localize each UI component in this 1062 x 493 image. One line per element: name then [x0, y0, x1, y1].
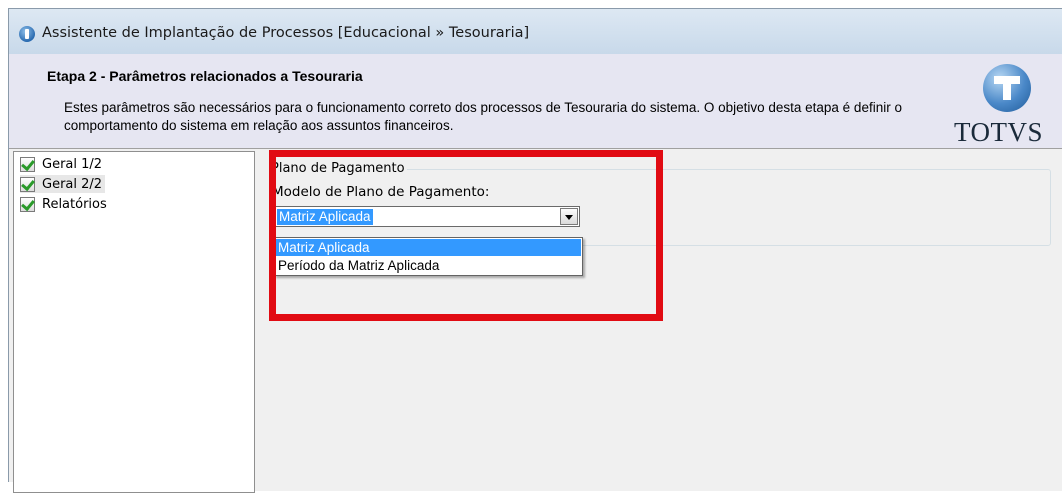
dropdown-list: Matriz Aplicada Período da Matriz Aplica…	[274, 237, 583, 276]
group-title: Plano de Pagamento	[271, 161, 407, 176]
checklist-icon	[20, 156, 35, 172]
parameters-panel: Plano de Pagamento Modelo de Plano de Pa…	[255, 151, 1062, 491]
totvs-logo: TOTVS	[949, 60, 1061, 147]
step-header: Etapa 2 - Parâmetros relacionados a Teso…	[9, 54, 1062, 149]
dropdown-option-matriz-aplicada[interactable]: Matriz Aplicada	[276, 239, 581, 256]
payment-plan-model-select[interactable]: Matriz Aplicada	[274, 206, 580, 227]
tree-item-label: Relatórios	[42, 196, 107, 212]
dropdown-option-periodo-matriz-aplicada[interactable]: Período da Matriz Aplicada	[276, 257, 581, 274]
tree-item-label: Geral 2/2	[42, 176, 103, 192]
title-bar[interactable]: Assistente de Implantação de Processos […	[9, 9, 1062, 54]
checklist-icon	[20, 176, 35, 192]
chevron-down-icon[interactable]	[560, 208, 578, 225]
logo-text: TOTVS	[954, 117, 1044, 147]
window-title: Assistente de Implantação de Processos […	[42, 25, 530, 41]
payment-plan-model-label: Modelo de Plano de Pagamento:	[272, 184, 490, 200]
tree-item-geral-2[interactable]: Geral 2/2	[20, 175, 106, 193]
tree-item-label: Geral 1/2	[42, 156, 103, 172]
checklist-icon	[20, 196, 35, 212]
t-letter-icon	[992, 73, 1022, 103]
app-info-icon	[19, 26, 35, 42]
step-title: Etapa 2 - Parâmetros relacionados a Teso…	[47, 68, 363, 84]
selected-value: Matriz Aplicada	[277, 209, 373, 225]
tree-item-relatorios[interactable]: Relatórios	[20, 195, 110, 213]
wizard-window: Assistente de Implantação de Processos […	[8, 8, 1062, 493]
steps-tree: Geral 1/2 Geral 2/2 Relatórios	[13, 151, 255, 493]
tree-item-geral-1[interactable]: Geral 1/2	[20, 155, 105, 173]
globe-icon	[983, 64, 1031, 112]
step-description: Estes parâmetros são necessários para o …	[64, 100, 902, 133]
